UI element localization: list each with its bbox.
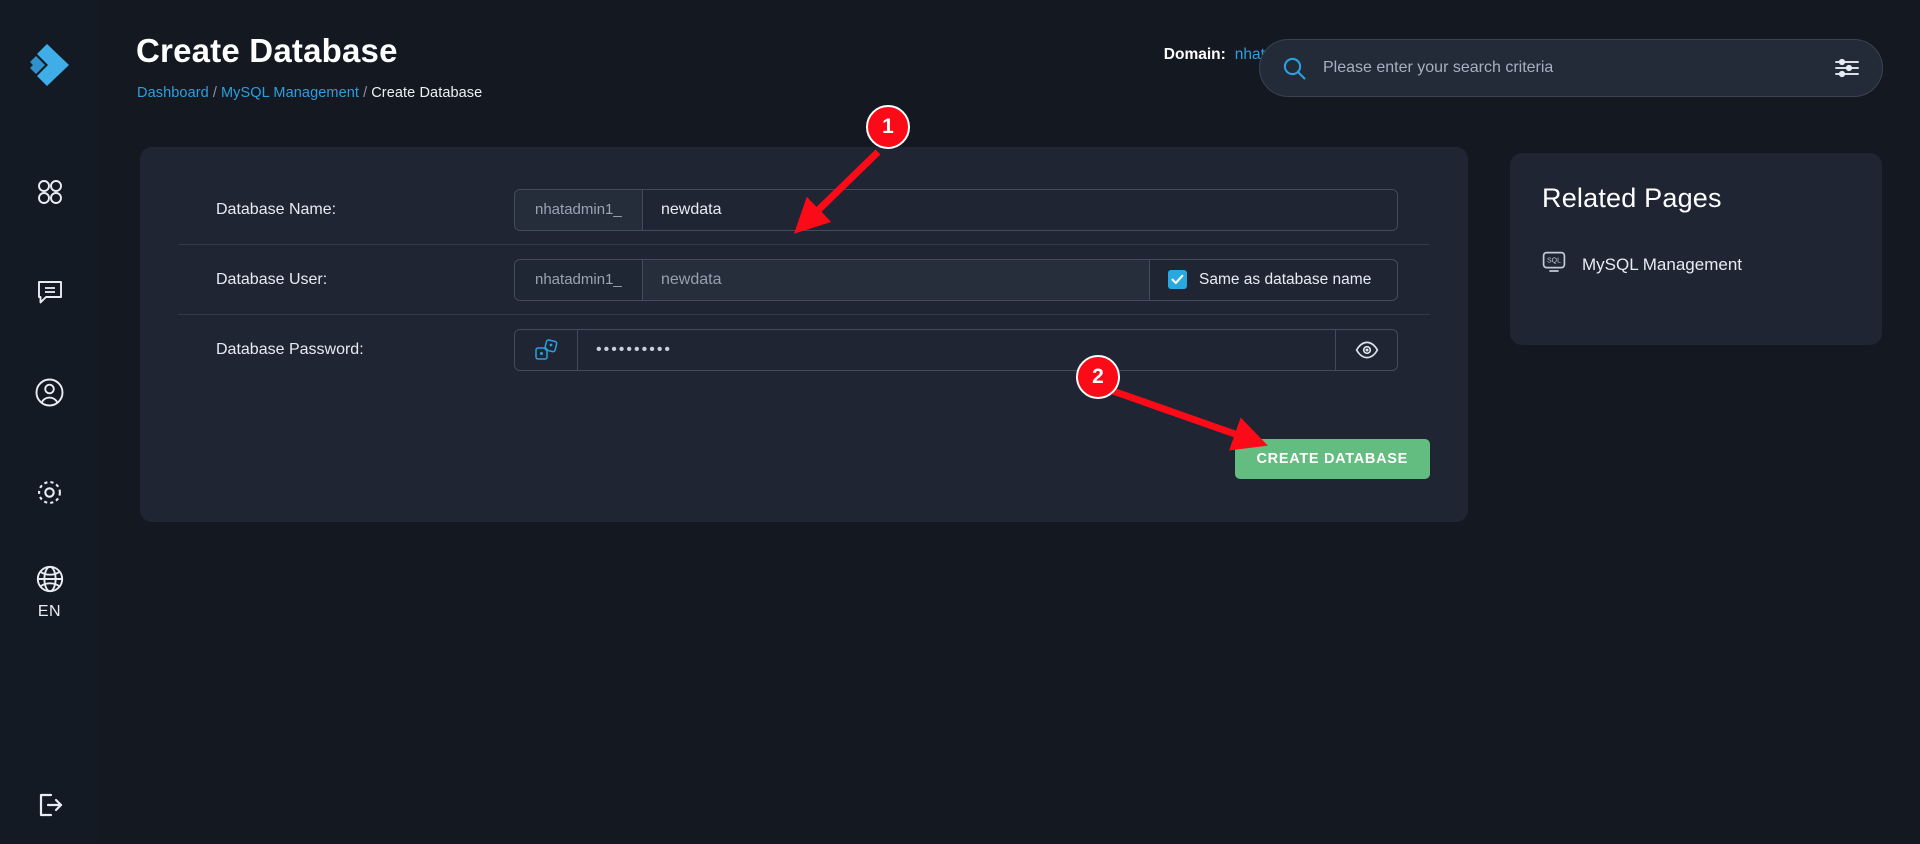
breadcrumb-separator: / — [212, 85, 217, 101]
check-icon — [1171, 274, 1184, 285]
database-name-field[interactable]: nhatadmin1_ newdata — [514, 188, 1398, 231]
breadcrumb-mysql-management[interactable]: MySQL Management — [221, 85, 359, 101]
form-row-database-user: Database User: nhatadmin1_ newdata Same … — [178, 245, 1430, 315]
grid-apps-icon — [37, 180, 62, 204]
toggle-password-visibility-button[interactable] — [1335, 330, 1397, 370]
database-password-label: Database Password: — [216, 341, 364, 358]
database-password-input[interactable]: •••••••••• — [578, 330, 1335, 370]
breadcrumb: Dashboard / MySQL Management / Create Databa… — [137, 85, 482, 101]
related-page-mysql-management[interactable]: SQL MySQL Management — [1542, 251, 1850, 278]
language-label: EN — [37, 602, 62, 620]
globe-icon — [36, 565, 63, 592]
sidebar-nav: EN — [0, 142, 99, 642]
search-bar[interactable] — [1259, 39, 1883, 97]
same-as-database-name-label[interactable]: Same as database name — [1199, 271, 1371, 289]
search-glyph — [1283, 57, 1306, 80]
logout-icon — [39, 793, 62, 817]
sidebar-item-language[interactable]: EN — [0, 542, 99, 642]
sliders-filter-icon[interactable] — [1834, 57, 1860, 79]
sidebar-item-apps[interactable] — [0, 142, 99, 242]
create-database-form: Database Name: nhatadmin1_ newdata Datab… — [140, 147, 1468, 522]
database-user-label: Database User: — [216, 270, 328, 288]
database-user-input[interactable]: newdata — [643, 259, 1149, 300]
search-icon[interactable] — [1282, 56, 1307, 81]
dice-icon — [535, 339, 558, 360]
user-circle-icon — [35, 378, 64, 406]
same-as-database-name-checkbox-cell[interactable]: Same as database name — [1149, 259, 1397, 300]
breadcrumb-dashboard[interactable]: Dashboard — [137, 85, 209, 101]
database-user-prefix: nhatadmin1_ — [515, 259, 643, 300]
form-row-database-name: Database Name: nhatadmin1_ newdata — [178, 175, 1430, 245]
related-pages-panel: Related Pages SQL MySQL Management — [1510, 153, 1882, 345]
database-name-input[interactable]: newdata — [643, 189, 1397, 230]
sql-screen-icon: SQL — [1542, 251, 1566, 278]
chat-bubble-icon — [37, 281, 62, 304]
eye-icon — [1355, 341, 1378, 359]
sidebar: EN — [0, 0, 99, 844]
app-root: EN Create Database Dashboard / MySQL Manag… — [0, 0, 1920, 844]
related-pages-title: Related Pages — [1542, 183, 1722, 213]
create-database-button[interactable]: CREATE DATABASE — [1234, 439, 1430, 479]
double-chevron-logo-icon — [29, 44, 69, 86]
related-page-label: MySQL Management — [1582, 254, 1742, 274]
sidebar-item-messages[interactable] — [0, 242, 99, 342]
search-input[interactable] — [1323, 59, 1834, 77]
breadcrumb-current: Create Database — [371, 85, 483, 101]
database-name-label: Database Name: — [216, 200, 337, 218]
sidebar-item-settings[interactable] — [0, 442, 99, 542]
app-logo[interactable] — [0, 34, 99, 96]
domain-label: Domain: — [1163, 46, 1226, 63]
sliders-filter-glyph — [1835, 58, 1859, 78]
same-as-database-name-checkbox[interactable] — [1168, 270, 1187, 289]
svg-text:SQL: SQL — [1547, 258, 1561, 265]
database-user-field[interactable]: nhatadmin1_ newdata Same as database nam… — [514, 258, 1398, 301]
page-title: Create Database — [136, 32, 398, 69]
form-row-database-password: Database Password: •••••••••• — [178, 315, 1430, 385]
sql-screen-glyph: SQL — [1542, 251, 1566, 272]
sidebar-item-account[interactable] — [0, 342, 99, 442]
top-header: Create Database Dashboard / MySQL Manageme… — [99, 0, 1920, 112]
breadcrumb-separator: / — [363, 85, 368, 101]
database-password-field[interactable]: •••••••••• — [514, 329, 1398, 371]
password-masked-value: •••••••••• — [596, 341, 673, 358]
sidebar-item-logout[interactable] — [0, 790, 99, 820]
form-actions: CREATE DATABASE — [1234, 439, 1430, 479]
generate-password-button[interactable] — [515, 330, 578, 370]
database-name-prefix: nhatadmin1_ — [515, 189, 643, 230]
gear-icon — [38, 480, 61, 504]
